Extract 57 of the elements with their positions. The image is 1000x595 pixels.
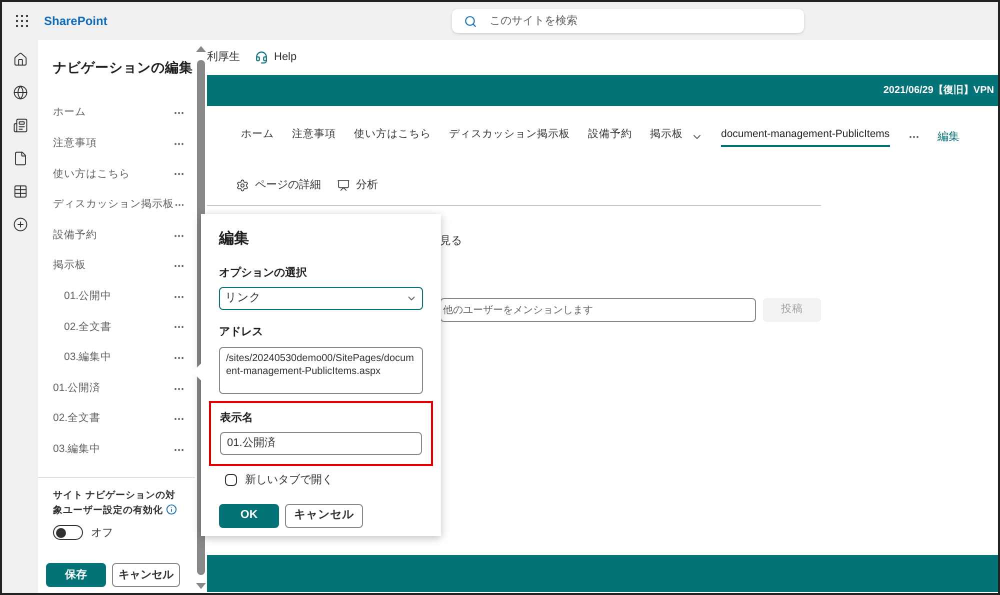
nav-item[interactable]: ディスカッション掲示板 <box>38 197 174 213</box>
nav-item[interactable]: 注意事項 <box>38 136 173 152</box>
address-field[interactable]: /sites/20240530demo00/SitePages/document-management-PublicItems.aspx <box>219 346 423 394</box>
add-icon[interactable] <box>12 217 28 232</box>
nav-item[interactable]: 03.編集中 <box>38 350 173 366</box>
audience-setting-label: サイト ナビゲーションの対象ユーザー設定の有効化 <box>53 488 178 518</box>
list-icon[interactable] <box>12 184 28 199</box>
checkbox-label: 新しいタブで開く <box>245 472 333 488</box>
search-field[interactable]: このサイトを検索 <box>452 9 804 33</box>
field-label: オプションの選択 <box>219 266 308 280</box>
field-label: アドレス <box>219 325 264 340</box>
display-name-field[interactable]: 01.公開済 <box>220 432 422 455</box>
comment-field[interactable]: 他のユーザーをメンションします <box>440 298 756 322</box>
toggle-switch[interactable] <box>53 525 83 540</box>
help-link[interactable]: Help <box>274 49 297 66</box>
site-title[interactable]: 利厚生 <box>207 49 240 66</box>
toggle-state: オフ <box>91 526 113 540</box>
callout-title: 編集 <box>219 229 250 249</box>
news-icon[interactable] <box>12 118 28 133</box>
site-nav-link[interactable]: 掲示板 <box>650 127 683 147</box>
site-nav-link[interactable]: ディスカッション掲示板 <box>449 127 570 147</box>
site-nav-link[interactable]: ホーム <box>241 127 274 147</box>
site-nav-link[interactable]: 設備予約 <box>588 127 632 147</box>
globe-icon[interactable] <box>12 85 28 100</box>
info-icon[interactable] <box>166 504 177 516</box>
nav-item[interactable]: 01.公開済 <box>38 380 173 397</box>
panel-title: ナビゲーションの編集 <box>52 59 194 77</box>
nav-item[interactable]: 01.公開中 <box>38 288 173 305</box>
nav-item[interactable]: 03.編集中 <box>38 442 173 458</box>
gear-icon <box>236 178 249 192</box>
edit-link[interactable]: 編集 <box>938 128 960 146</box>
see-more-link[interactable]: 見る <box>440 235 462 247</box>
document-icon[interactable] <box>12 151 28 166</box>
nav-item[interactable]: 使い方はこちら <box>38 166 173 182</box>
field-label: 表示名 <box>220 410 254 426</box>
search-icon <box>464 14 478 28</box>
checkbox[interactable] <box>225 474 237 486</box>
option-dropdown[interactable]: リンク <box>219 287 423 310</box>
nav-item[interactable]: ホーム <box>38 105 173 122</box>
home-icon[interactable] <box>12 52 28 67</box>
command-button[interactable]: ページの詳細 <box>236 176 321 194</box>
nav-item[interactable]: 設備予約 <box>38 228 173 244</box>
nav-item[interactable]: 02.全文書 <box>38 411 173 428</box>
nav-item[interactable]: 掲示板 <box>38 258 173 274</box>
banner-text[interactable]: 2021/06/29【復旧】VPN <box>883 83 994 98</box>
site-nav-link[interactable]: 注意事項 <box>292 127 336 147</box>
headset-icon[interactable] <box>255 51 268 64</box>
cancel-button[interactable]: キャンセル <box>285 504 363 528</box>
primary-button[interactable]: OK <box>219 504 279 528</box>
site-nav-link[interactable]: 使い方はこちら <box>354 127 431 147</box>
cancel-button[interactable]: キャンセル <box>112 563 180 587</box>
nav-item[interactable]: 02.全文書 <box>38 320 173 336</box>
primary-button[interactable]: 保存 <box>46 563 106 587</box>
command-button[interactable]: 分析 <box>337 176 378 194</box>
site-nav-link[interactable]: document-management-PublicItems <box>721 127 890 147</box>
app-launcher-icon[interactable] <box>16 15 28 27</box>
brand-name[interactable]: SharePoint <box>44 12 108 30</box>
